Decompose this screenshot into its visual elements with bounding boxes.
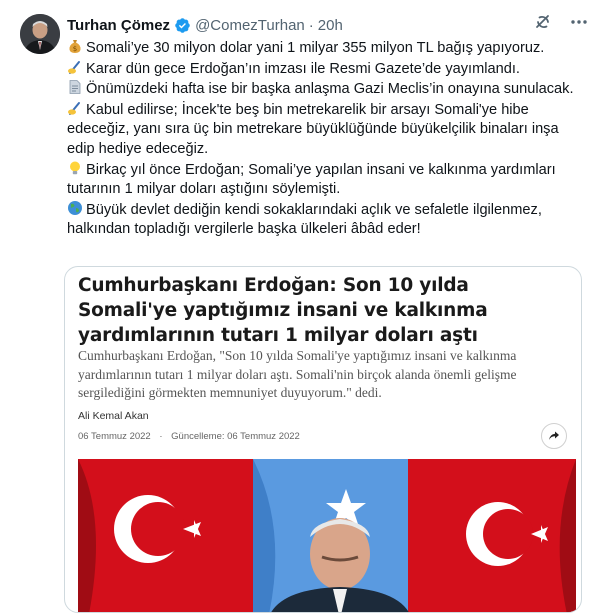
avatar-portrait [20, 14, 60, 54]
tweet-line-text: Birkaç yıl önce Erdoğan; Somali’ye yapıl… [67, 161, 556, 198]
post-time[interactable]: 20h [318, 17, 343, 34]
share-button[interactable] [541, 423, 567, 449]
money-bag-icon: $ [69, 40, 81, 53]
more-icon[interactable] [569, 12, 589, 32]
article-dates: 06 Temmuz 2022 · Güncelleme: 06 Temmuz 2… [78, 431, 300, 442]
separator-dot: · [159, 431, 163, 442]
article-photo[interactable] [78, 459, 576, 612]
tweet-body: $ Somali’ye 30 milyon dolar yani 1 milya… [67, 38, 587, 240]
share-arrow-icon [549, 431, 559, 440]
tweet-line: $ Somali’ye 30 milyon dolar yani 1 milya… [67, 38, 587, 59]
writing-hand-icon [68, 101, 80, 115]
page-icon [69, 80, 81, 95]
tweet-line: Birkaç yıl önce Erdoğan; Somali’ye yapıl… [67, 160, 587, 200]
tweet-line: Karar dün gece Erdoğan’ın imzası ile Res… [67, 59, 587, 80]
photo-speaker-flags [78, 459, 576, 612]
tweet-line: Büyük devlet dediğin kendi sokaklarındak… [67, 200, 587, 240]
tweet-line: Kabul edilirse; İncek'te beş bin metreka… [67, 100, 587, 160]
light-bulb-icon [70, 161, 80, 174]
article-headline[interactable]: Cumhurbaşkanı Erdoğan: Son 10 yılda Soma… [78, 273, 573, 348]
separator-dot: · [308, 16, 314, 34]
globe-icon [68, 200, 82, 215]
tweet-line-text: Önümüzdeki hafta ise bir başka anlaşma G… [86, 81, 574, 98]
tweet-line-text: Büyük devlet dediğin kendi sokaklarındak… [67, 201, 542, 238]
article-author: Ali Kemal Akan [78, 410, 149, 422]
tweet-line: Önümüzdeki hafta ise bir başka anlaşma G… [67, 79, 587, 100]
article-summary: Cumhurbaşkanı Erdoğan, "Son 10 yılda Som… [78, 348, 517, 400]
author-name[interactable]: Turhan Çömez [67, 17, 170, 34]
publish-date: 06 Temmuz 2022 [78, 431, 151, 442]
svg-text:$: $ [73, 45, 77, 53]
tweet-line-text: Kabul edilirse; İncek'te beş bin metreka… [67, 101, 559, 157]
author-handle[interactable]: @ComezTurhan [195, 17, 305, 34]
writing-hand-icon [68, 60, 80, 74]
grok-icon[interactable] [533, 12, 553, 32]
author-avatar[interactable] [20, 14, 60, 54]
tweet-line-text: Somali’ye 30 milyon dolar yani 1 milyar … [86, 40, 545, 56]
link-preview-card[interactable]: Cumhurbaşkanı Erdoğan: Son 10 yılda Soma… [64, 266, 582, 613]
tweet-header: Turhan Çömez @ComezTurhan · 20h [67, 14, 589, 36]
header-actions [533, 12, 589, 32]
tweet-line-text: Karar dün gece Erdoğan’ın imzası ile Res… [86, 60, 520, 77]
verified-badge-icon [175, 17, 190, 33]
updated-date: Güncelleme: 06 Temmuz 2022 [171, 431, 300, 442]
